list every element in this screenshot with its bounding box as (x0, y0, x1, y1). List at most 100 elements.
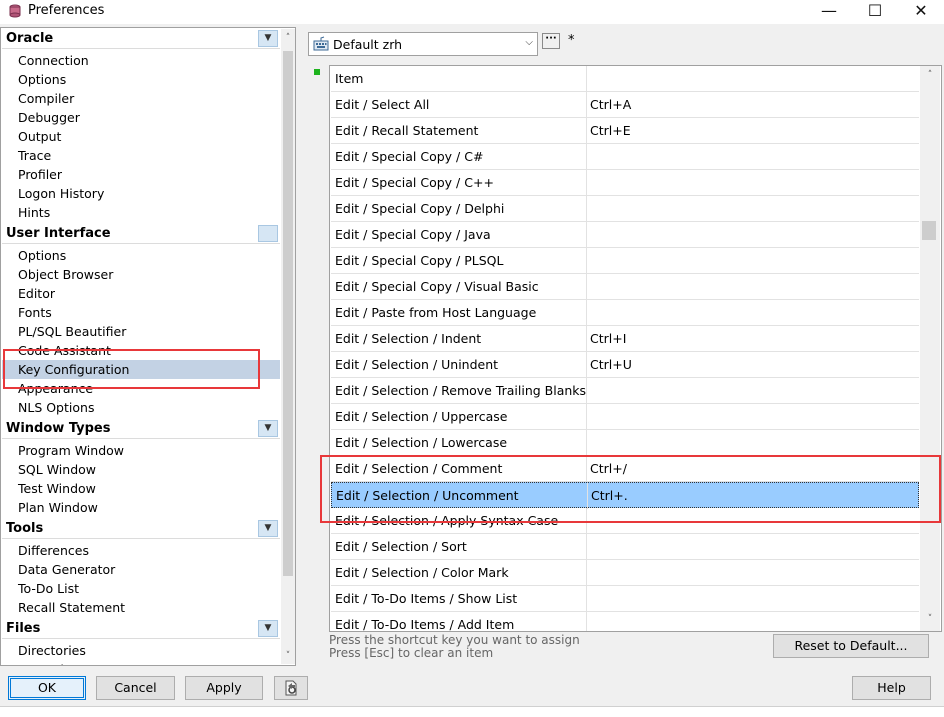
table-row[interactable]: Edit / Paste from Host Language (331, 300, 919, 326)
tree-item[interactable]: Options (18, 70, 66, 89)
tree-item[interactable]: Recall Statement (18, 598, 125, 617)
apply-button[interactable]: Apply (185, 676, 263, 700)
table-row[interactable]: Edit / Selection / Color Mark (331, 560, 919, 586)
shortcut-cell: Ctrl+A (590, 97, 632, 112)
table-row[interactable]: Edit / Selection / Indent Ctrl+I (331, 326, 919, 352)
category-label: User Interface (6, 226, 111, 241)
document-gear-icon (285, 680, 297, 696)
tree-item[interactable]: Logon History (18, 184, 104, 203)
tree-item[interactable]: NLS Options (18, 398, 94, 417)
tree-item[interactable]: Test Window (18, 479, 96, 498)
category-header[interactable]: Window Types ▼ (2, 419, 280, 439)
reset-to-default-button[interactable]: Reset to Default... (773, 634, 929, 658)
table-row[interactable]: Edit / Special Copy / PLSQL (331, 248, 919, 274)
table-row[interactable]: Edit / Selection / Lowercase (331, 430, 919, 456)
category-header[interactable]: Tools ▼ (2, 519, 280, 539)
save-preferences-button[interactable] (274, 676, 308, 700)
category-header[interactable]: Files ▼ (2, 619, 280, 639)
key-profile-select[interactable]: Default zrh ⌵ (308, 32, 538, 56)
tree-scrollbar[interactable]: ˄ ˅ (281, 29, 295, 664)
scroll-up-icon[interactable]: ˄ (281, 31, 295, 45)
shortcut-cell: Ctrl+I (590, 331, 627, 346)
item-cell: Edit / Special Copy / PLSQL (335, 253, 504, 268)
tree-item[interactable]: Compiler (18, 89, 74, 108)
category-header[interactable]: User Interface (2, 224, 280, 244)
hint-assign: Press the shortcut key you want to assig… (329, 633, 580, 647)
scroll-down-icon[interactable]: ˅ (923, 612, 937, 626)
column-divider (586, 144, 587, 170)
help-button[interactable]: Help (852, 676, 931, 700)
item-cell: Edit / Selection / Remove Trailing Blank… (335, 383, 587, 398)
item-cell: Edit / Paste from Host Language (335, 305, 537, 320)
tree-item[interactable]: Debugger (18, 108, 80, 127)
tree-item[interactable]: Hints (18, 203, 50, 222)
tree-item[interactable]: Profiler (18, 165, 62, 184)
column-divider (586, 196, 587, 222)
item-cell: Edit / Special Copy / C# (335, 149, 484, 164)
tree-item[interactable]: Output (18, 127, 61, 146)
key-configuration-grid: Item Edit / Select All Ctrl+A Edit / Recall… (329, 65, 942, 632)
shortcut-cell: Ctrl+U (590, 357, 632, 372)
table-row[interactable]: Edit / Special Copy / C# (331, 144, 919, 170)
item-cell: Edit / To-Do Items / Add Item (335, 617, 515, 632)
tree-item[interactable]: Plan Window (18, 498, 98, 517)
maximize-button[interactable]: ☐ (852, 0, 898, 24)
keyboard-icon (313, 36, 329, 51)
table-row[interactable]: Edit / Selection / Unindent Ctrl+U (331, 352, 919, 378)
table-row[interactable]: Edit / Selection / Remove Trailing Blank… (331, 378, 919, 404)
column-divider (586, 300, 587, 326)
tree-item[interactable]: Data Generator (18, 560, 115, 579)
tree-item[interactable]: Program Window (18, 441, 124, 460)
tree-item[interactable]: To-Do List (18, 579, 79, 598)
highlight-box-key-configuration (3, 349, 260, 389)
highlight-box-comment-rows (320, 455, 941, 523)
table-row[interactable]: Edit / Recall Statement Ctrl+E (331, 118, 919, 144)
chevron-down-icon[interactable]: ▼ (258, 620, 278, 637)
close-button[interactable]: ✕ (898, 0, 944, 24)
minimize-button[interactable]: — (806, 0, 852, 24)
tree-item[interactable]: Trace (18, 146, 51, 165)
profile-more-button[interactable]: ··· (542, 33, 560, 49)
table-row[interactable]: Edit / Select All Ctrl+A (331, 92, 919, 118)
column-divider (586, 430, 587, 456)
table-row[interactable]: Edit / Selection / Sort (331, 534, 919, 560)
column-divider (586, 248, 587, 274)
tree-item[interactable]: Editor (18, 284, 55, 303)
scroll-down-icon[interactable]: ˅ (281, 649, 295, 663)
cancel-button[interactable]: Cancel (96, 676, 175, 700)
grid-header[interactable]: Item (331, 66, 919, 92)
chevron-down-icon[interactable]: ▼ (258, 520, 278, 537)
table-row[interactable]: Edit / Special Copy / Visual Basic (331, 274, 919, 300)
table-row[interactable]: Edit / To-Do Items / Show List (331, 586, 919, 612)
ok-button[interactable]: OK (8, 676, 86, 700)
tree-item[interactable]: Directories (18, 641, 86, 660)
column-divider (586, 170, 587, 196)
tree-item[interactable]: Differences (18, 541, 89, 560)
tree-item[interactable]: SQL Window (18, 460, 96, 479)
table-row[interactable]: Edit / Selection / Uppercase (331, 404, 919, 430)
tree-item[interactable]: Fonts (18, 303, 52, 322)
category-header[interactable]: Oracle ▼ (2, 29, 280, 49)
table-row[interactable]: Edit / To-Do Items / Add Item (331, 612, 919, 632)
scroll-up-icon[interactable]: ˄ (923, 68, 937, 82)
tree-item[interactable]: Object Browser (18, 265, 113, 284)
chevron-down-icon[interactable]: ▼ (258, 420, 278, 437)
chevron-down-icon: ⌵ (525, 37, 533, 48)
grid-scroll-thumb[interactable] (922, 221, 936, 240)
tree-item[interactable]: PL/SQL Beautifier (18, 322, 126, 341)
chevron-down-icon[interactable] (258, 225, 278, 242)
table-row[interactable]: Edit / Special Copy / C++ (331, 170, 919, 196)
item-cell: Edit / Selection / Lowercase (335, 435, 508, 450)
tree-item[interactable]: Extensions (18, 660, 86, 665)
item-cell: Edit / Selection / Color Mark (335, 565, 509, 580)
chevron-down-icon[interactable]: ▼ (258, 30, 278, 47)
taskbar-strip (0, 706, 944, 717)
item-cell: Edit / Recall Statement (335, 123, 479, 138)
table-row[interactable]: Edit / Special Copy / Delphi (331, 196, 919, 222)
category-label: Tools (6, 521, 44, 536)
tree-item[interactable]: Options (18, 246, 66, 265)
grid-scrollbar[interactable]: ˄ ˅ (920, 66, 940, 631)
tree-scroll-thumb[interactable] (283, 51, 293, 576)
tree-item[interactable]: Connection (18, 51, 89, 70)
table-row[interactable]: Edit / Special Copy / Java (331, 222, 919, 248)
